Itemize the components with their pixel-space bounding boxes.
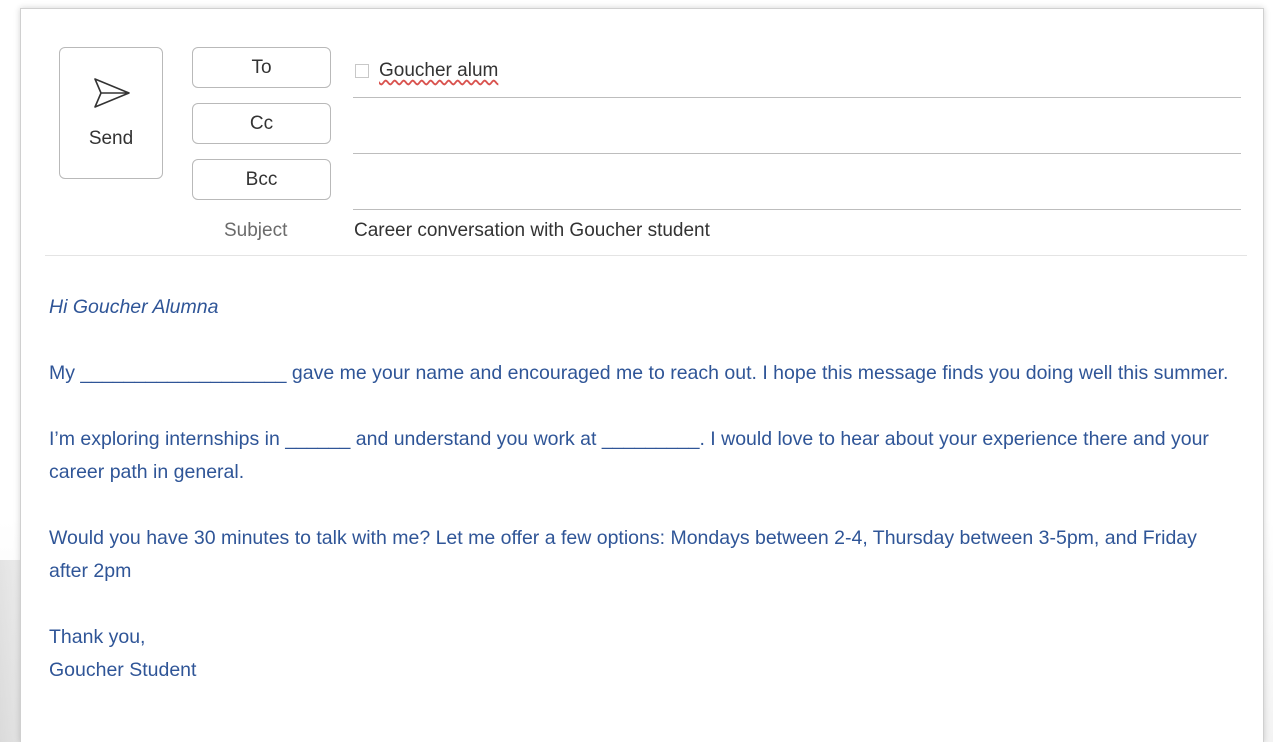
subject-field[interactable]: Career conversation with Goucher student — [354, 220, 710, 242]
send-button-label: Send — [88, 128, 134, 149]
message-body[interactable]: Hi Goucher Alumna My ___________________… — [49, 291, 1229, 687]
body-paragraph-1: My ___________________ gave me your name… — [49, 362, 1229, 384]
body-signoff-line-2: Goucher Student — [49, 659, 197, 681]
bcc-field-underline — [353, 209, 1241, 210]
bcc-field[interactable] — [355, 177, 1235, 207]
send-button[interactable]: Send — [59, 47, 163, 179]
body-greeting: Hi Goucher Alumna — [49, 296, 219, 318]
body-paragraph-3: Would you have 30 minutes to talk with m… — [49, 527, 1197, 582]
subject-label: Subject — [224, 220, 288, 241]
cc-field-underline — [353, 153, 1241, 154]
to-field[interactable]: Goucher alum — [355, 59, 498, 83]
checkbox-icon[interactable] — [355, 64, 369, 78]
body-paragraph-2: I’m exploring internships in ______ and … — [49, 428, 1209, 483]
to-button[interactable]: To — [192, 47, 331, 88]
body-signoff-line-1: Thank you, — [49, 626, 146, 648]
cc-button[interactable]: Cc — [192, 103, 331, 144]
email-compose-screen: Send To Cc Bcc Goucher alum Subject Care… — [0, 0, 1273, 742]
compose-window: Send To Cc Bcc Goucher alum Subject Care… — [20, 8, 1264, 742]
cc-field[interactable] — [355, 121, 1235, 151]
send-icon — [94, 78, 130, 108]
header-divider — [45, 255, 1247, 256]
to-field-underline — [353, 97, 1241, 98]
bcc-button[interactable]: Bcc — [192, 159, 331, 200]
to-recipient[interactable]: Goucher alum — [379, 60, 498, 82]
